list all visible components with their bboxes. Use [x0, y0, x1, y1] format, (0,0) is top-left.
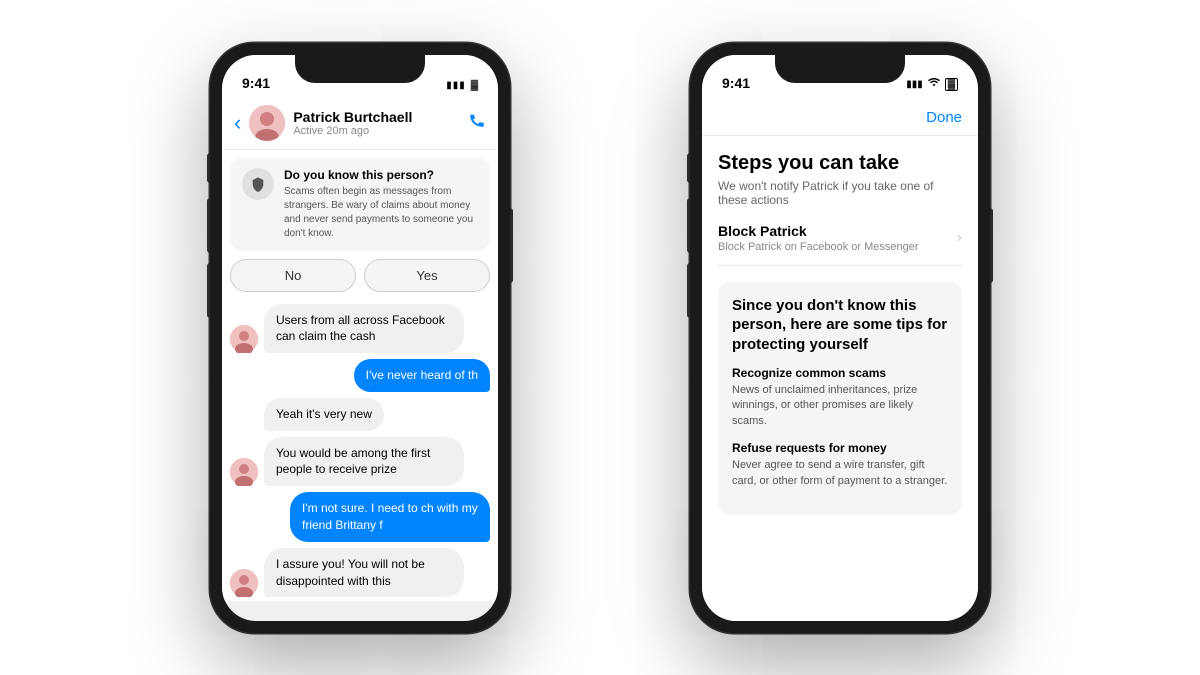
- block-row[interactable]: Block Patrick Block Patrick on Facebook …: [718, 223, 962, 253]
- no-button[interactable]: No: [230, 259, 356, 292]
- tips-screen: Done Steps you can take We won't notify …: [702, 97, 978, 621]
- message-row-2: Yeah it's very new: [230, 398, 490, 431]
- contact-status: Active 20m ago: [293, 125, 460, 137]
- bubble-2: Yeah it's very new: [264, 398, 384, 431]
- done-button[interactable]: Done: [926, 109, 962, 126]
- phone-right-screen: 9:41 ▮▮▮ ▓ Done Steps you c: [702, 55, 978, 621]
- tip-item-0: Recognize common scams News of unclaimed…: [732, 366, 948, 429]
- tip-item-1: Refuse requests for money Never agree to…: [732, 441, 948, 489]
- banner-title: Do you know this person?: [284, 168, 478, 182]
- message-row-0: Users from all across Facebook can claim…: [230, 304, 490, 354]
- sender-avatar-0: [230, 325, 258, 353]
- tips-title: Steps you can take: [718, 152, 962, 175]
- bubble-5: I assure you! You will not be disappoint…: [264, 548, 464, 598]
- time-left: 9:41: [242, 75, 270, 91]
- signal-icon-right: ▮▮▮: [906, 79, 923, 90]
- banner-content: Do you know this person? Scams often beg…: [284, 168, 478, 241]
- contact-name: Patrick Burtchaell: [293, 109, 460, 125]
- wifi-icon-right: [928, 78, 940, 91]
- messenger-header: ‹ Patrick Burtchaell Active 20m ago: [222, 97, 498, 150]
- tips-header: Done: [702, 97, 978, 136]
- yn-buttons: No Yes: [230, 259, 490, 292]
- contact-info: Patrick Burtchaell Active 20m ago: [293, 109, 460, 137]
- block-description: Block Patrick on Facebook or Messenger: [718, 241, 919, 253]
- yes-button[interactable]: Yes: [364, 259, 490, 292]
- sender-avatar-3: [230, 458, 258, 486]
- phone-left-screen: 9:41 ▮▮▮ ▓ ‹: [222, 55, 498, 621]
- scene: 9:41 ▮▮▮ ▓ ‹: [0, 0, 1200, 675]
- tips-content: Steps you can take We won't notify Patri…: [702, 136, 978, 621]
- messages-list: Users from all across Facebook can claim…: [222, 300, 498, 602]
- call-button[interactable]: [468, 111, 486, 134]
- phone-right: 9:41 ▮▮▮ ▓ Done Steps you c: [690, 43, 990, 633]
- chat-area: Do you know this person? Scams often beg…: [222, 150, 498, 602]
- bubble-0: Users from all across Facebook can claim…: [264, 304, 464, 354]
- block-info: Block Patrick Block Patrick on Facebook …: [718, 223, 919, 253]
- back-button[interactable]: ‹: [234, 110, 241, 136]
- bubble-4: I'm not sure. I need to ch with my frien…: [290, 492, 490, 542]
- tip-item-desc-0: News of unclaimed inheritances, prize wi…: [732, 383, 948, 429]
- contact-avatar: [249, 105, 285, 141]
- message-row-1: I've never heard of th: [230, 359, 490, 392]
- tips-card: Since you don't know this person, here a…: [718, 282, 962, 515]
- tip-item-desc-1: Never agree to send a wire transfer, gif…: [732, 458, 948, 489]
- notch-left: [295, 55, 425, 83]
- scam-banner: Do you know this person? Scams often beg…: [230, 158, 490, 251]
- sender-avatar-5: [230, 569, 258, 597]
- notch-right: [775, 55, 905, 83]
- message-row-3: You would be among the first people to r…: [230, 437, 490, 487]
- bubble-1: I've never heard of th: [354, 359, 490, 392]
- signal-icon-left: ▮▮▮: [446, 80, 466, 91]
- message-row-5: I assure you! You will not be disappoint…: [230, 548, 490, 598]
- tip-item-title-1: Refuse requests for money: [732, 441, 948, 455]
- chevron-icon: ›: [957, 229, 962, 247]
- banner-description: Scams often begin as messages from stran…: [284, 185, 478, 241]
- status-icons-right: ▮▮▮ ▓: [906, 78, 958, 91]
- battery-icon-left: ▓: [471, 80, 478, 91]
- message-row-4: I'm not sure. I need to ch with my frien…: [230, 492, 490, 542]
- block-title: Block Patrick: [718, 223, 919, 239]
- phones-container: 9:41 ▮▮▮ ▓ ‹: [150, 28, 1050, 648]
- tips-subtitle: We won't notify Patrick if you take one …: [718, 179, 962, 207]
- bubble-3: You would be among the first people to r…: [264, 437, 464, 487]
- tip-item-title-0: Recognize common scams: [732, 366, 948, 380]
- shield-icon: [242, 168, 274, 200]
- time-right: 9:41: [722, 75, 750, 91]
- phone-left: 9:41 ▮▮▮ ▓ ‹: [210, 43, 510, 633]
- battery-icon-right: ▓: [945, 78, 958, 91]
- status-icons-left: ▮▮▮ ▓: [446, 80, 478, 91]
- tips-card-title: Since you don't know this person, here a…: [732, 296, 948, 355]
- block-section: Block Patrick Block Patrick on Facebook …: [718, 223, 962, 266]
